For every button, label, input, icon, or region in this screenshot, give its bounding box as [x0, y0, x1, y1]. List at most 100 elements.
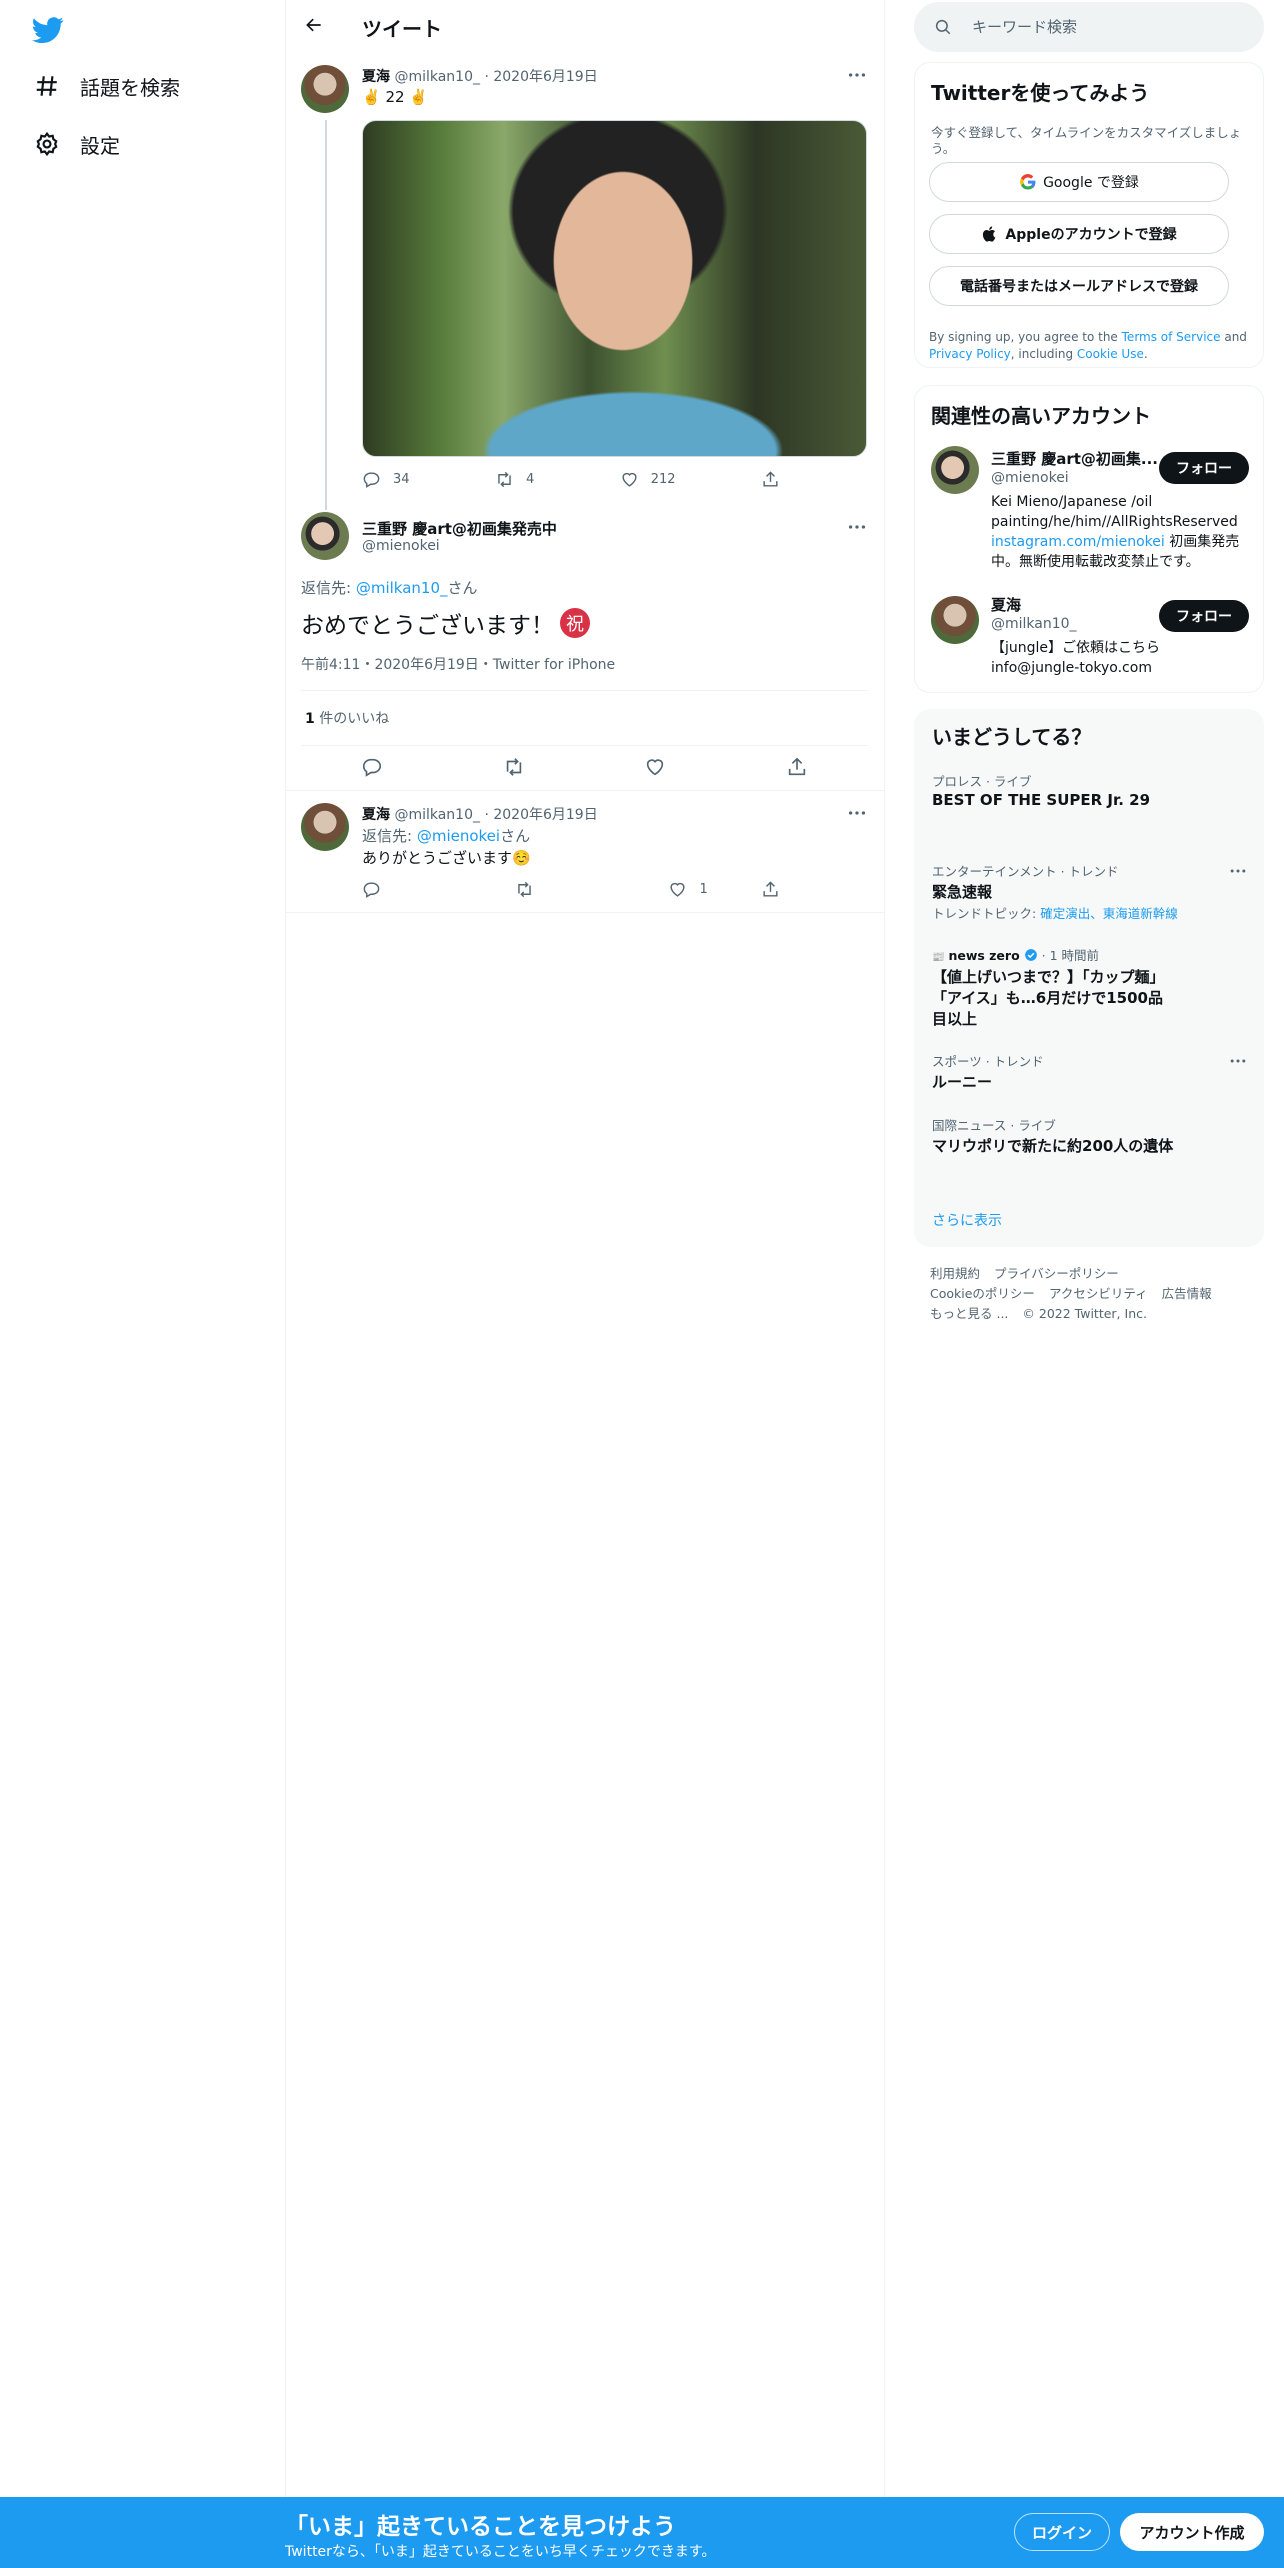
share-icon: [763, 471, 778, 487]
nav-settings[interactable]: 設定: [34, 124, 120, 164]
heart-icon[interactable]: [644, 756, 666, 778]
victory-hand-emoji: ✌️: [362, 88, 381, 106]
follow-button[interactable]: フォロー: [1159, 600, 1249, 632]
terms-text: By signing up, you agree to the: [929, 330, 1122, 344]
tweet-text: ありがとうございます☺️: [362, 849, 531, 867]
related-account-name[interactable]: 三重野 慶art@初画集...: [991, 448, 1158, 469]
retweet-count: 4: [525, 472, 535, 487]
trend-topic-links[interactable]: 確定演出、東海道新幹線: [1040, 906, 1178, 921]
search-input[interactable]: [972, 18, 1232, 36]
apple-signup-button[interactable]: Appleのアカウントで登録: [929, 214, 1229, 254]
terms-of-service-link[interactable]: Terms of Service: [1122, 330, 1221, 344]
avatar[interactable]: [931, 596, 979, 644]
retweet-icon[interactable]: [503, 756, 525, 778]
tweet-date[interactable]: 2020年6月19日: [493, 807, 597, 823]
signup-subtitle: 今すぐ登録して、タイムラインをカスタマイズしましょう。: [931, 125, 1242, 156]
avatar[interactable]: [301, 512, 349, 560]
news-headline[interactable]: 【値上げいつまで？】「カップ麺」「アイス」も…6月だけで1500品目以上: [932, 967, 1172, 1030]
trend-related-topics: トレンドトピック: 確定演出、東海道新幹線: [932, 903, 1178, 922]
author-name[interactable]: 夏海: [362, 69, 390, 85]
like-button[interactable]: 1: [668, 880, 708, 899]
bio-link[interactable]: instagram.com/mienokei: [991, 534, 1165, 550]
tweet-date[interactable]: 2020年6月19日: [493, 69, 597, 85]
banner-title: 「いま」起きていることを見つけよう: [285, 2514, 676, 2540]
gear-icon: [34, 131, 60, 157]
author-handle[interactable]: @milkan10_: [394, 807, 480, 823]
author-name-text[interactable]: 三重野 慶art@初画集発売中: [362, 520, 557, 538]
tweet-photo[interactable]: [362, 120, 867, 457]
divider: [301, 745, 868, 746]
reply-icon[interactable]: [361, 756, 383, 778]
retweet-button[interactable]: 4: [495, 470, 534, 489]
show-more-link[interactable]: さらに表示: [932, 1210, 1002, 1230]
likes-summary[interactable]: 1 件のいいね: [305, 708, 389, 728]
like-count: 212: [650, 472, 676, 487]
nav-explore[interactable]: 話題を検索: [34, 66, 180, 106]
more-options-icon[interactable]: [1228, 861, 1248, 881]
reply-count: 34: [393, 472, 410, 487]
back-arrow-icon[interactable]: [304, 15, 328, 39]
copyright: © 2022 Twitter, Inc.: [1022, 1306, 1147, 1321]
more-options-icon[interactable]: [846, 516, 868, 538]
footer-row-3: もっと見る ... © 2022 Twitter, Inc.: [930, 1303, 1161, 1322]
trend-category: プロレス · ライブ: [932, 774, 1032, 789]
more-options-icon[interactable]: [846, 64, 868, 86]
trend-item[interactable]: BEST OF THE SUPER Jr. 29: [932, 791, 1150, 809]
cookie-use-link[interactable]: Cookie Use: [1077, 347, 1144, 361]
phone-email-signup-button[interactable]: 電話番号またはメールアドレスで登録: [929, 266, 1229, 306]
tweet-text: ✌️ 22 ✌️: [362, 88, 428, 106]
news-source-line: 📰 news zero · 1 時間前: [932, 945, 1099, 964]
related-account-handle[interactable]: @mienokei: [991, 470, 1069, 486]
related-account-handle[interactable]: @milkan10_: [991, 616, 1077, 632]
apple-signup-label: Appleのアカウントで登録: [1005, 227, 1177, 243]
create-account-button[interactable]: アカウント作成: [1120, 2513, 1264, 2551]
footer-row-2: Cookieのポリシー アクセシビリティ 広告情報: [930, 1283, 1226, 1302]
reply-button[interactable]: [362, 880, 462, 899]
follow-button[interactable]: フォロー: [1159, 452, 1249, 484]
news-source-name[interactable]: news zero: [948, 948, 1019, 963]
trend-item[interactable]: ルーニー: [932, 1071, 992, 1092]
thread-connector: [325, 120, 327, 510]
share-icon[interactable]: [786, 756, 808, 778]
terms-text: .: [1143, 347, 1148, 361]
reply-button[interactable]: 34: [362, 470, 410, 489]
google-icon: [1020, 174, 1036, 190]
author-handle[interactable]: @mienokei: [362, 538, 440, 554]
reply-to-link[interactable]: @mienokei: [417, 827, 500, 845]
author-name[interactable]: 夏海: [362, 807, 390, 823]
reply-to-link[interactable]: @milkan10_: [356, 579, 448, 597]
login-button[interactable]: ログイン: [1014, 2513, 1110, 2551]
google-signup-button[interactable]: Google で登録: [929, 162, 1229, 202]
author-handle[interactable]: @milkan10_: [394, 69, 480, 85]
like-count: 1: [699, 882, 708, 897]
ads-info-link[interactable]: 広告情報: [1162, 1286, 1212, 1301]
avatar[interactable]: [301, 803, 349, 851]
avatar[interactable]: [301, 65, 349, 113]
likes-count: 1: [305, 711, 315, 727]
verified-badge-icon: [1024, 949, 1037, 961]
search-box[interactable]: [914, 2, 1264, 52]
terms-link[interactable]: 利用規約: [930, 1266, 980, 1281]
tweet-author-line: 夏海 @milkan10_ · 2020年6月19日: [362, 807, 598, 823]
cookie-policy-link[interactable]: Cookieのポリシー: [930, 1286, 1035, 1301]
more-options-icon[interactable]: [1228, 1051, 1248, 1071]
retweet-button[interactable]: [515, 880, 615, 899]
nav-explore-label: 話題を検索: [80, 75, 180, 100]
like-button[interactable]: 212: [620, 470, 676, 489]
related-account-name[interactable]: 夏海: [991, 594, 1021, 615]
privacy-link[interactable]: プライバシーポリシー: [994, 1266, 1119, 1281]
heart-icon: [670, 882, 686, 897]
trend-item[interactable]: 緊急速報: [932, 881, 992, 902]
privacy-policy-link[interactable]: Privacy Policy: [929, 347, 1011, 361]
terms-text: , including: [1010, 347, 1077, 361]
trend-item[interactable]: マリウポリで新たに約200人の遺体: [932, 1135, 1173, 1156]
trend-category: 国際ニュース · ライブ: [932, 1118, 1056, 1133]
avatar[interactable]: [931, 446, 979, 494]
tweet-meta[interactable]: 午前4:11・2020年6月19日・Twitter for iPhone: [301, 654, 615, 674]
accessibility-link[interactable]: アクセシビリティ: [1049, 1286, 1148, 1301]
more-link[interactable]: もっと見る ...: [930, 1306, 1008, 1321]
share-button[interactable]: [761, 880, 792, 899]
more-options-icon[interactable]: [846, 802, 868, 824]
twitter-logo-icon[interactable]: [32, 14, 64, 46]
share-button[interactable]: [761, 470, 792, 489]
